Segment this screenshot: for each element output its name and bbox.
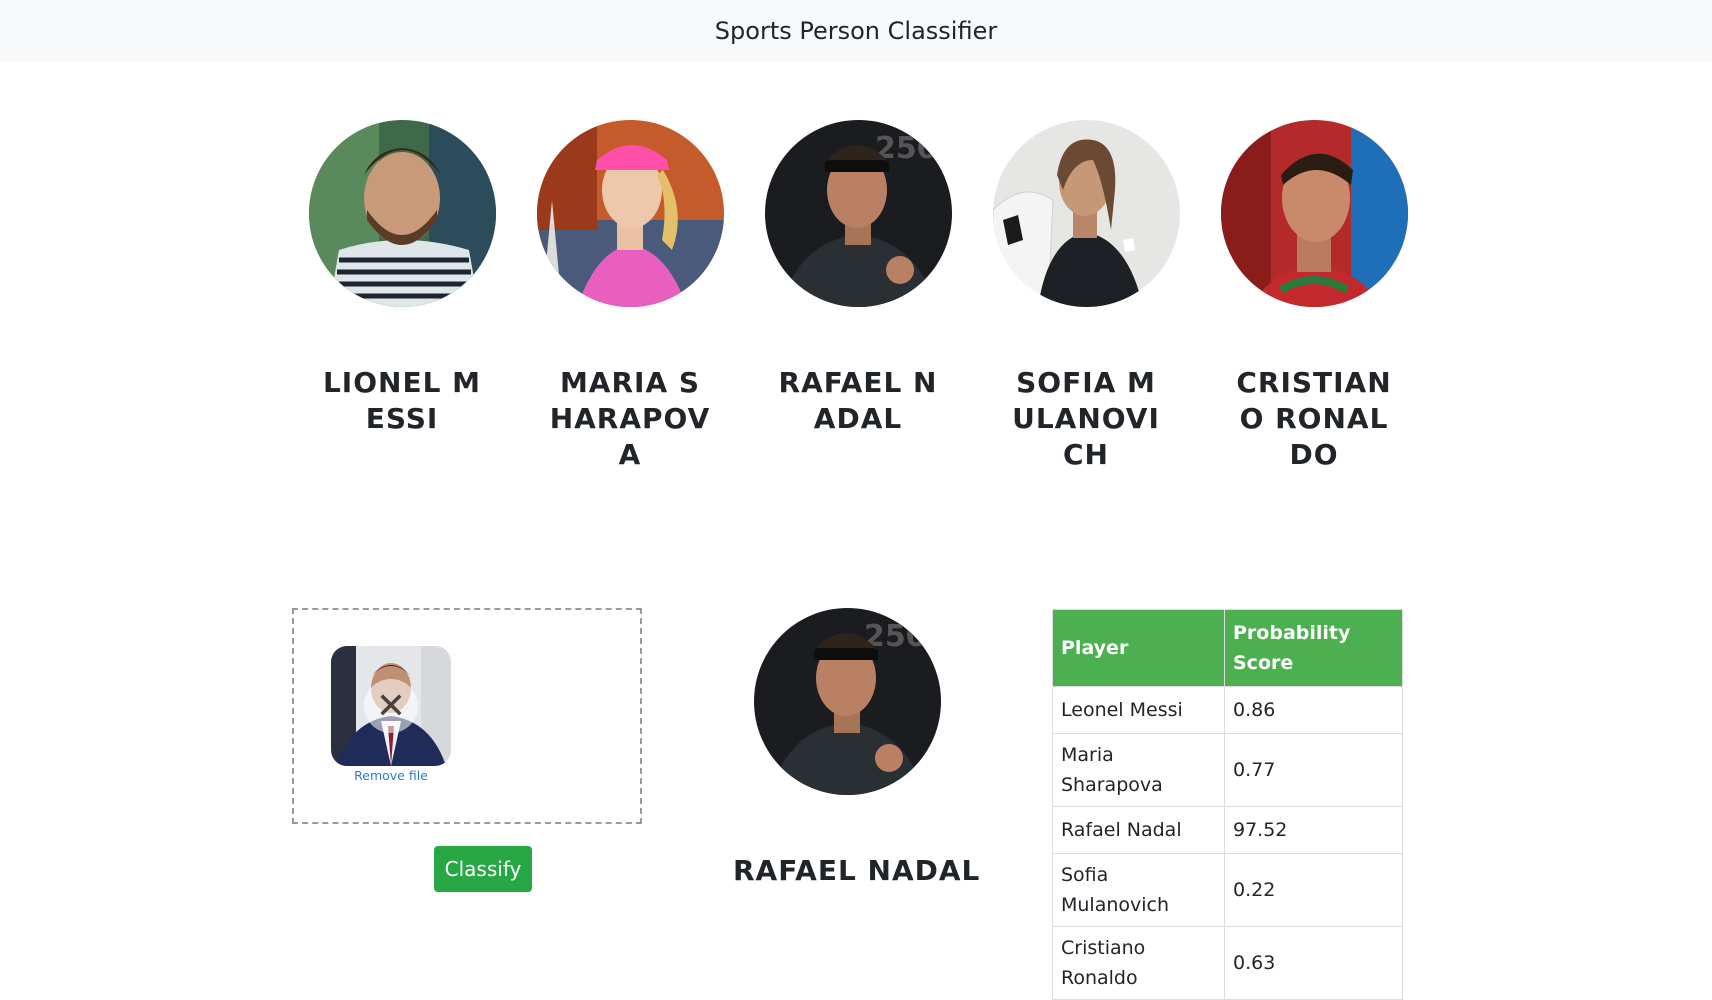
cell-player: Sofia Mulanovich: [1052, 853, 1225, 927]
classify-button[interactable]: Classify: [434, 846, 532, 892]
result-avatar: 250: [753, 608, 941, 795]
messi-avatar: [308, 120, 496, 307]
sharapova-avatar: [536, 120, 724, 307]
cell-score: 0.77: [1224, 733, 1403, 807]
player-card-ronaldo: CRISTIANO RONALDO: [1200, 120, 1428, 473]
table-row: Rafael Nadal 97.52: [1052, 806, 1403, 854]
player-name: CRISTIANO RONALDO: [1236, 366, 1392, 471]
player-name: MARIA SHARAPOVA: [549, 366, 711, 471]
player-card-sharapova: MARIA SHARAPOVA: [516, 120, 744, 473]
header-probability-score: Probability Score: [1224, 609, 1403, 687]
table-row: Cristiano Ronaldo 0.63: [1052, 926, 1403, 1000]
cell-score: 0.63: [1224, 926, 1403, 1000]
cell-score: 0.22: [1224, 853, 1403, 927]
probability-table: Player Probability Score Leonel Messi 0.…: [1052, 609, 1403, 1000]
table-row: Sofia Mulanovich 0.22: [1052, 853, 1403, 927]
ronaldo-avatar: [1220, 120, 1408, 307]
player-name: RAFAEL NADAL: [778, 366, 938, 435]
cell-player: Rafael Nadal: [1052, 806, 1225, 854]
cell-player: Cristiano Ronaldo: [1052, 926, 1225, 1000]
app-title: Sports Person Classifier: [714, 17, 998, 45]
cell-player: Leonel Messi: [1052, 686, 1225, 734]
table-header-row: Player Probability Score: [1052, 609, 1403, 687]
player-name: SOFIA MULANOVICH: [1012, 366, 1160, 471]
header-player: Player: [1052, 609, 1225, 687]
file-dropzone[interactable]: ✕ Remove file: [292, 608, 642, 824]
players-row: LIONEL MESSI MARIA SHARAPOVA 250 RAFAEL …: [288, 120, 1428, 520]
cell-player: Maria Sharapova: [1052, 733, 1225, 807]
classification-result: 250 RAFAEL NADAL: [733, 608, 981, 889]
navbar: Sports Person Classifier: [0, 0, 1712, 62]
table-row: Maria Sharapova 0.77: [1052, 733, 1403, 807]
uploaded-image-thumbnail: ✕: [331, 646, 451, 766]
result-player-name: RAFAEL NADAL: [733, 854, 981, 887]
player-card-mulanovich: SOFIA MULANOVICH: [972, 120, 1200, 473]
nadal-avatar: 250: [764, 120, 952, 307]
player-card-nadal: 250 RAFAEL NADAL: [744, 120, 972, 437]
close-icon[interactable]: ✕: [364, 679, 418, 733]
file-preview: ✕ Remove file: [331, 646, 451, 783]
player-name: LIONEL MESSI: [322, 366, 482, 435]
mulanovich-avatar: [992, 120, 1180, 307]
player-card-messi: LIONEL MESSI: [288, 120, 516, 437]
cell-score: 97.52: [1224, 806, 1403, 854]
remove-file-link[interactable]: Remove file: [331, 768, 451, 783]
table-row: Leonel Messi 0.86: [1052, 686, 1403, 734]
cell-score: 0.86: [1224, 686, 1403, 734]
